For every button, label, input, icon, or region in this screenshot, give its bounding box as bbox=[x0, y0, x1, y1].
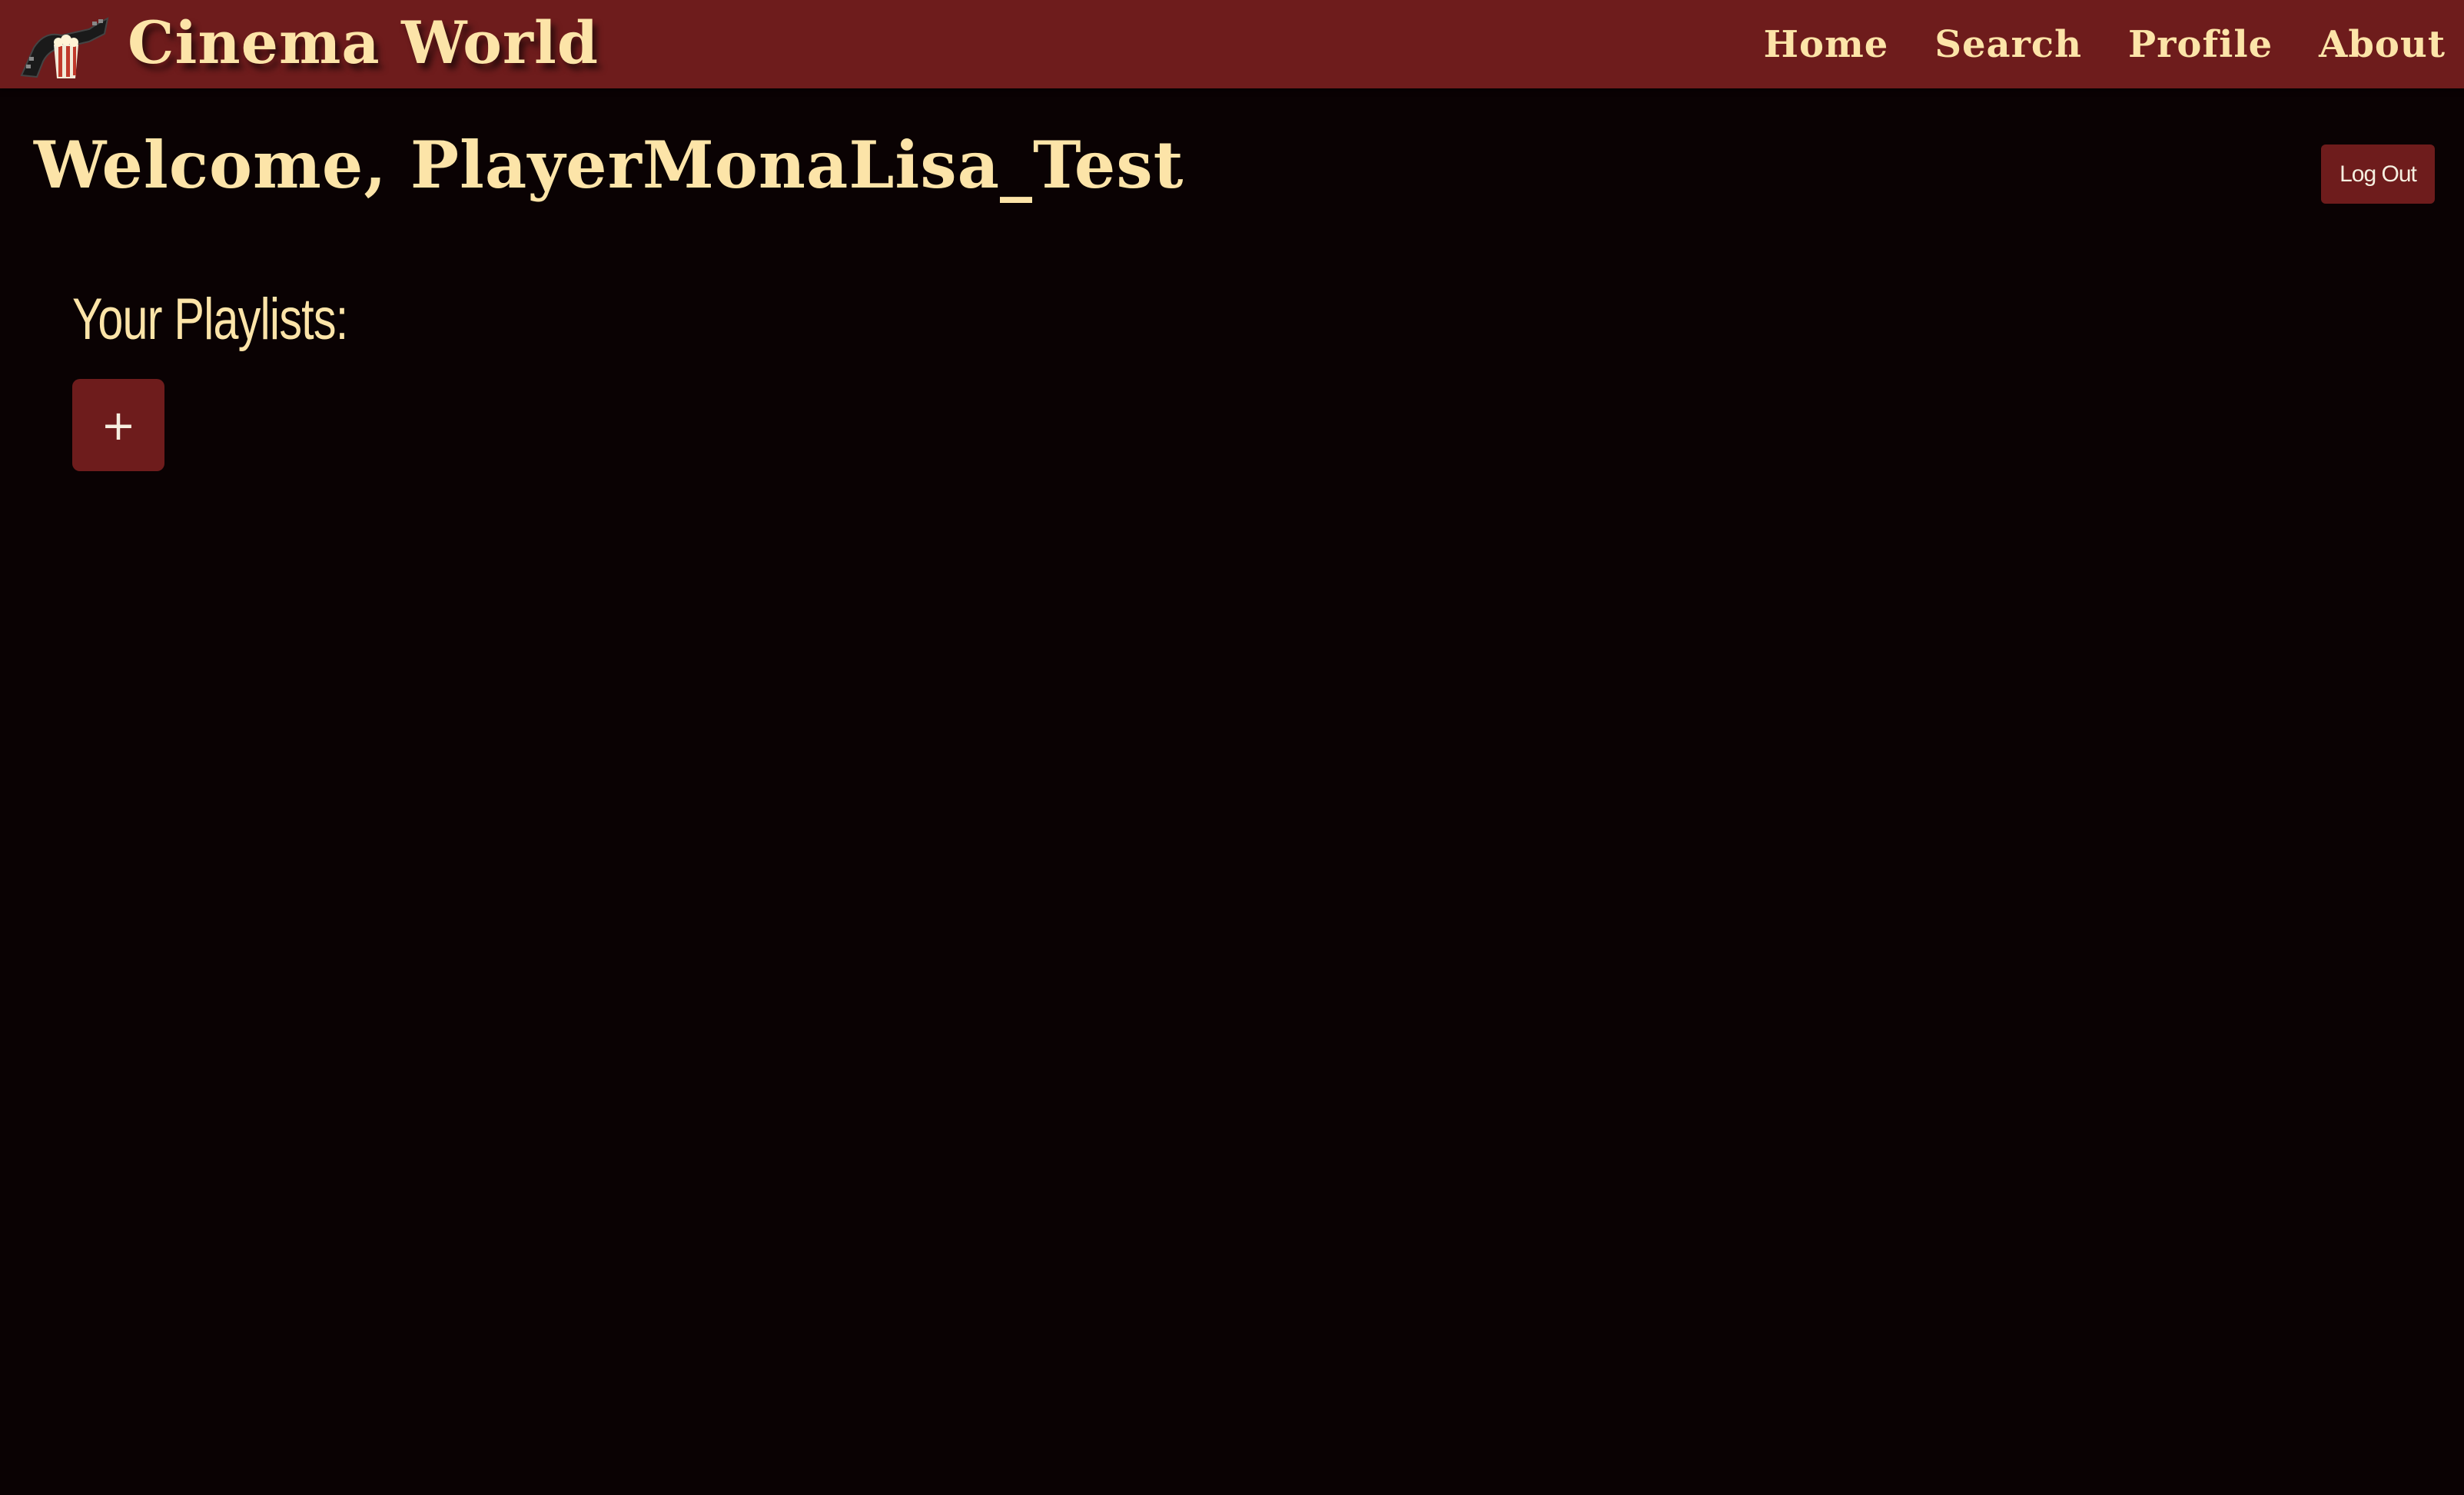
nav-about-link[interactable]: About bbox=[2319, 23, 2446, 66]
top-navbar: Cinema World Home Search Profile About bbox=[0, 0, 2464, 88]
plus-icon: + bbox=[101, 400, 136, 450]
nav-profile-link[interactable]: Profile bbox=[2128, 23, 2273, 66]
main-nav: Home Search Profile About bbox=[1764, 0, 2446, 88]
add-playlist-button[interactable]: + bbox=[72, 379, 164, 471]
playlists-heading: Your Playlists: bbox=[72, 287, 348, 352]
brand-title[interactable]: Cinema World bbox=[128, 5, 599, 81]
nav-search-link[interactable]: Search bbox=[1934, 23, 2082, 66]
welcome-heading: Welcome, PlayerMonaLisa_Test bbox=[34, 127, 1184, 203]
log-out-button[interactable]: Log Out bbox=[2321, 145, 2435, 204]
film-reel-popcorn-icon[interactable] bbox=[18, 14, 111, 80]
nav-home-link[interactable]: Home bbox=[1764, 23, 1889, 66]
